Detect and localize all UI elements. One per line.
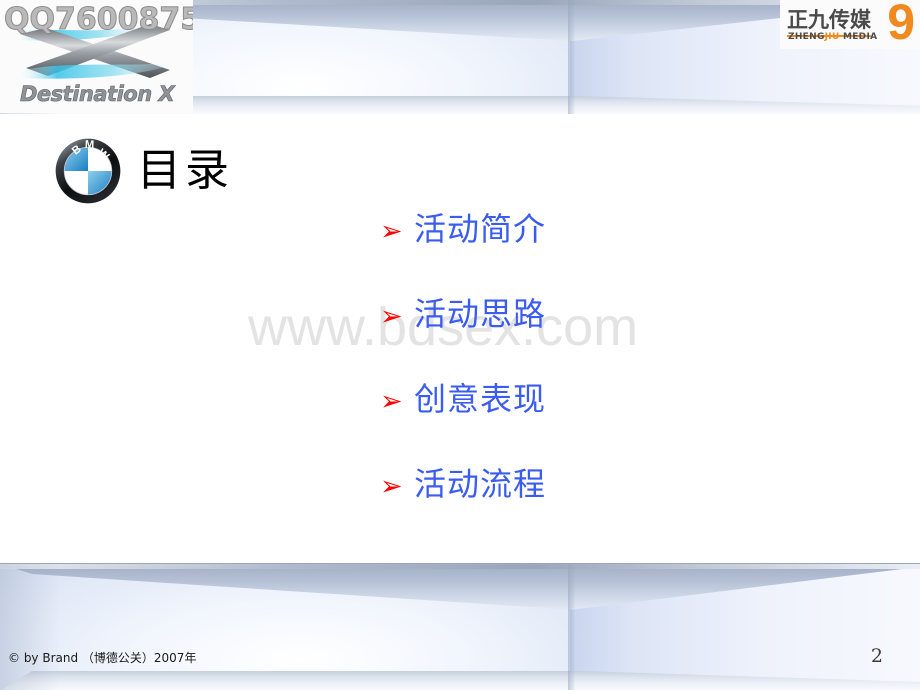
table-of-contents-list: ➢ 活动简介 ➢ 活动思路 ➢ 创意表现 ➢ 活动流程 [380,213,546,553]
toc-item-label: 创意表现 [414,380,547,418]
bmw-roundel-icon: B M W [55,138,121,204]
destination-x-wordmark: Destination X [20,82,175,107]
page-title: 目录 [137,145,233,196]
media-en-highlight: JIU [824,32,840,42]
room-left-shading [0,564,60,690]
zhengjiu-media-logo: 正九传媒 ZHENGJIU MEDIA 9 [780,0,920,49]
room-perspective-graphic-footer [0,564,920,690]
toc-item-2[interactable]: ➢ 创意表现 [380,383,546,468]
presentation-slide: QQ760087596 Destination X 正九传媒 ZHENGJIU … [0,0,920,690]
page-number: 2 [870,645,883,667]
toc-item-3[interactable]: ➢ 活动流程 [380,468,546,553]
toc-item-1[interactable]: ➢ 活动思路 [380,298,546,383]
svg-text:M: M [85,139,95,151]
arrow-bullet-icon: ➢ [380,471,403,502]
destination-x-logo: QQ760087596 Destination X [0,0,193,113]
toc-item-label: 活动简介 [414,210,547,248]
media-logo-nine-mark: 9 [887,0,915,50]
footer-credit-text: © by Brand （博德公关）2007年 [8,651,197,665]
media-logo-english-name: ZHENGJIU MEDIA [788,32,877,42]
toc-item-label: 活动流程 [414,465,547,503]
arrow-bullet-icon: ➢ [380,386,403,417]
media-en-suffix: MEDIA [839,32,878,42]
qq-number-text: QQ760087596 [4,2,193,38]
slide-title-row: B M W 目录 [55,138,233,204]
toc-item-label: 活动思路 [414,295,547,333]
footer-band [0,563,920,690]
arrow-bullet-icon: ➢ [380,216,403,247]
room-ceiling-edge [0,564,920,569]
room-corner-seam [568,564,575,690]
toc-item-0[interactable]: ➢ 活动简介 [380,213,546,298]
arrow-bullet-icon: ➢ [380,301,403,332]
media-en-prefix: ZHENG [788,32,825,42]
room-corner-seam [568,0,575,114]
